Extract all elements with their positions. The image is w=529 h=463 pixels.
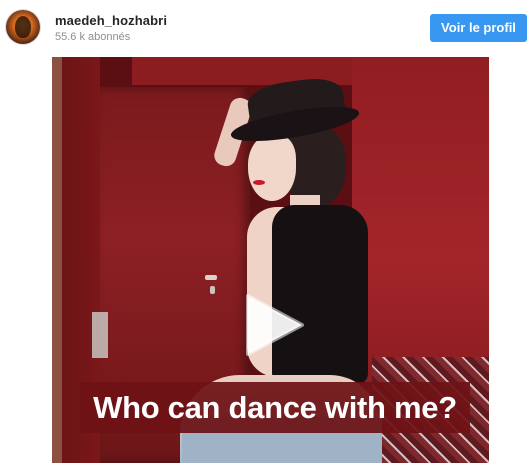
- video-scene-door-frame: [52, 57, 62, 463]
- view-profile-button[interactable]: Voir le profil: [430, 14, 527, 42]
- embed-header: maedeh_hozhabri 55.6 k abonnés Voir le p…: [0, 0, 529, 55]
- video-player[interactable]: Who can dance with me?: [52, 57, 489, 463]
- video-scene-panel: [132, 57, 382, 85]
- instagram-embed: maedeh_hozhabri 55.6 k abonnés Voir le p…: [0, 0, 529, 463]
- profile-avatar[interactable]: [6, 10, 40, 44]
- video-scene-shelf: [92, 312, 108, 358]
- video-scene-door-handle: [205, 275, 217, 280]
- video-scene-door-lock: [210, 286, 215, 294]
- video-figure-lips: [253, 180, 265, 185]
- follower-count: 55.6 k abonnés: [55, 31, 131, 43]
- username-link[interactable]: maedeh_hozhabri: [55, 13, 167, 28]
- play-icon[interactable]: [240, 292, 306, 358]
- avatar-silhouette: [15, 16, 31, 38]
- play-triangle: [246, 294, 304, 356]
- video-caption: Who can dance with me?: [80, 382, 470, 433]
- video-figure-face: [248, 135, 296, 201]
